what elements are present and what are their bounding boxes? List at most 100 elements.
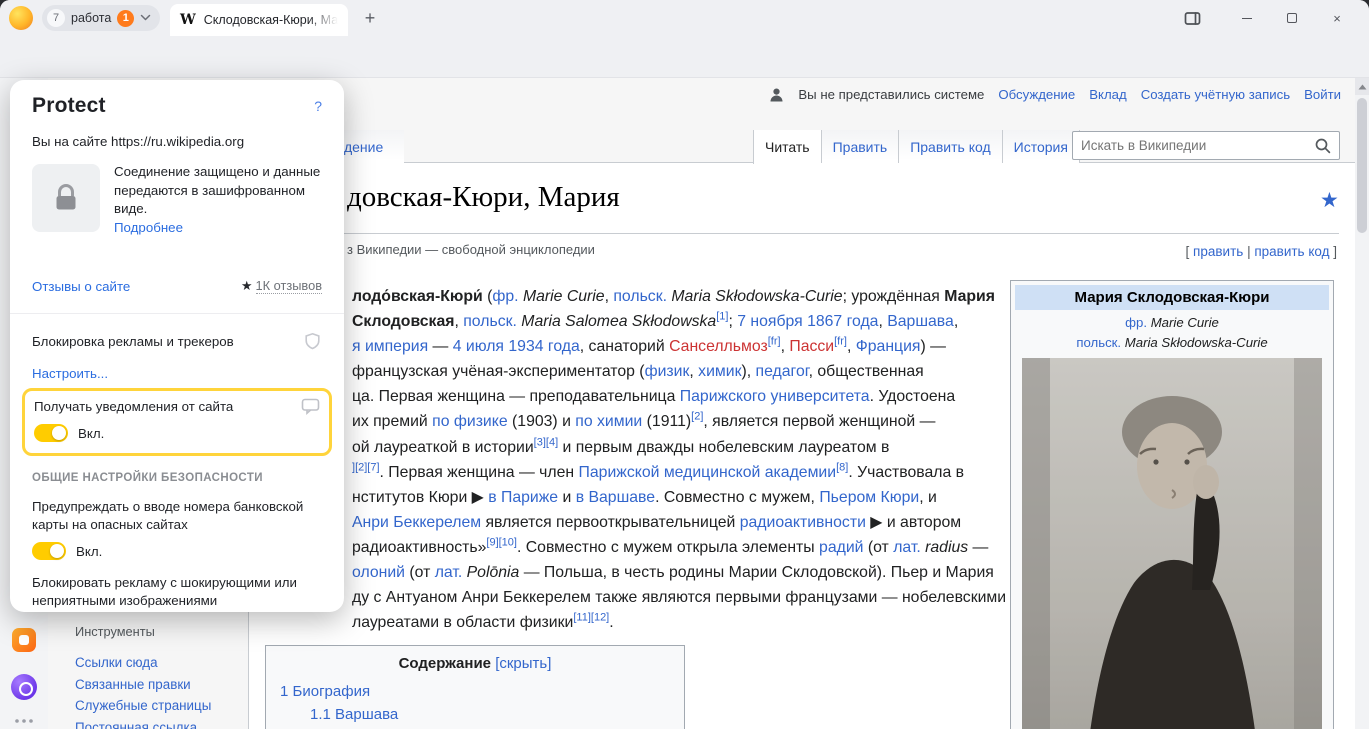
scrollbar-up-arrow[interactable] [1355,78,1369,95]
wiki-link[interactable]: олоний [352,564,405,581]
login-status: Вы не представились системе [798,87,984,102]
wiki-link[interactable]: фр. [1125,315,1147,330]
toc-heading: Содержание [скрыть] [266,655,684,672]
close-button[interactable]: × [1328,10,1346,26]
wiki-link[interactable]: лат. [435,564,463,581]
wiki-link[interactable]: [1] [716,311,728,323]
page-scrollbar[interactable] [1355,78,1369,729]
toc-item-biography[interactable]: 1 Биография [280,683,684,700]
wiki-link[interactable]: [10] [499,537,517,549]
wiki-link[interactable]: в Варшаве [576,489,655,506]
tab-edit[interactable]: Править [821,130,899,163]
wiki-link[interactable]: Анри Беккерелем [352,514,481,531]
tab-read[interactable]: Читать [753,130,821,164]
wiki-link[interactable]: Пьером Кюри [819,489,919,506]
wiki-link[interactable]: польск. [1076,335,1121,350]
wiki-link[interactable]: править [1193,244,1243,259]
wiki-link[interactable]: по физике [432,413,508,430]
maximize-button[interactable] [1283,10,1301,26]
tab-title: Склодовская-Кюри, Ма [204,13,338,27]
wiki-link[interactable]: [2] [691,411,703,423]
tab-group[interactable]: 7 работа 1 [42,5,160,31]
wiki-link[interactable]: Парижского университета [680,388,870,405]
text-segment: нститутов Кюри ▶ [352,489,488,506]
tools-link-permanent-link[interactable]: Постоянная ссылка [75,717,211,729]
wiki-link[interactable]: [скрыть] [495,655,551,672]
wiki-link[interactable]: химик [698,363,741,380]
text-segment: , [954,313,958,330]
wiki-link[interactable]: [9] [486,537,498,549]
notifications-toggle[interactable] [34,424,68,442]
wiki-link[interactable]: Санселльмоз [669,338,768,355]
wiki-link[interactable]: я империя [352,338,428,355]
text-segment: ) — [920,338,945,355]
wiki-link[interactable]: польск. [613,288,667,305]
notifications-highlight-box: Получать уведомления от сайта Вкл. [22,388,332,456]
wiki-link[interactable]: [4] [546,436,558,448]
wiki-link[interactable]: [7] [367,461,379,473]
text-segment: ой лауреаткой в истории [352,439,534,456]
text-segment: . Первая женщина — член [380,464,579,481]
personal-link-talk[interactable]: Обсуждение [998,87,1075,102]
wiki-link[interactable]: радиоактивности [740,514,866,531]
wiki-link[interactable]: [8] [836,461,848,473]
tab-edit-source[interactable]: Править код [898,130,1001,163]
wiki-link[interactable]: Пасси [789,338,834,355]
site-reviews-link[interactable]: Отзывы о сайте [32,279,130,294]
wiki-link[interactable]: по химии [575,413,642,430]
search-input[interactable] [1081,138,1309,153]
scrollbar-thumb[interactable] [1357,98,1367,233]
article-line: нститутов Кюри ▶ в Париже и в Варшаве. С… [352,485,1006,510]
wiki-link[interactable]: [2] [355,461,367,473]
new-tab-button[interactable]: + [358,6,382,30]
personal-link-login[interactable]: Войти [1304,87,1341,102]
profile-avatar[interactable] [9,6,33,30]
wiki-link[interactable]: [fr] [834,336,847,348]
more-services-icon[interactable] [14,718,34,724]
active-tab[interactable]: W Склодовская-Кюри, Ма [170,4,348,36]
wiki-link[interactable]: фр. [492,288,518,305]
wiki-link[interactable]: лат. [893,539,921,556]
wiki-link[interactable]: править код [1254,244,1329,259]
search-icon[interactable] [1314,137,1332,155]
wiki-link[interactable]: [3] [534,436,546,448]
text-segment: radius [925,539,968,556]
page-tabs: Читать Править Править код История [753,130,1080,163]
wiki-link[interactable]: педагог [756,363,809,380]
wiki-link[interactable]: [fr] [768,336,781,348]
wiki-link[interactable]: радий [819,539,863,556]
reviews-count[interactable]: ★1К отзывов [241,278,322,294]
wiki-link[interactable]: 7 ноября [737,313,802,330]
text-segment: , общественная [809,363,924,380]
wiki-link[interactable]: 1867 года [807,313,878,330]
tools-link-whatlinkshere[interactable]: Ссылки сюда [75,652,211,674]
tab-history[interactable]: История [1002,130,1080,163]
wiki-link[interactable]: физик [645,363,690,380]
wiki-link[interactable]: 1934 года [508,338,579,355]
personal-link-create-account[interactable]: Создать учётную запись [1141,87,1290,102]
yandex-services-icon[interactable] [12,628,36,652]
tools-link-related-changes[interactable]: Связанные правки [75,674,211,696]
text-segment: , санаторий [580,338,669,355]
side-panel-icon[interactable] [1183,10,1201,26]
protect-help-link[interactable]: ? [314,98,322,114]
wiki-link[interactable]: 4 июля [453,338,504,355]
wiki-link[interactable]: [11] [573,612,591,624]
wiki-link[interactable]: Варшава [887,313,954,330]
details-link[interactable]: Подробнее [114,220,183,235]
alice-assistant-icon[interactable] [11,674,37,700]
toc-item-warsaw[interactable]: 1.1 Варшава [310,706,684,723]
minimize-button[interactable] [1238,10,1256,26]
personal-link-contribs[interactable]: Вклад [1089,87,1126,102]
card-warning-toggle[interactable] [32,542,66,560]
portrait-photo[interactable] [1022,358,1322,729]
tools-link-special-pages[interactable]: Служебные страницы [75,695,211,717]
wiki-link[interactable]: Франция [856,338,921,355]
article-line: Анри Беккерелем является первооткрывател… [352,510,1006,535]
wiki-link[interactable]: польск. [463,313,517,330]
adblock-configure-link[interactable]: Настроить... [32,366,108,381]
wiki-link[interactable]: Парижской медицинской академии [579,464,837,481]
watchlist-star-icon[interactable]: ★ [1320,188,1339,213]
wiki-link[interactable]: [12] [591,612,609,624]
wiki-link[interactable]: в Париже [488,489,558,506]
